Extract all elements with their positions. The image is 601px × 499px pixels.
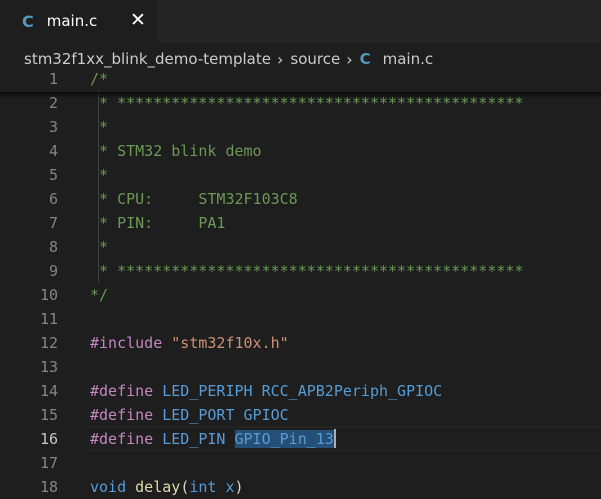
line-number: 11 [39, 310, 58, 328]
code-token: int [189, 478, 226, 496]
code-line[interactable]: 10 */ [0, 283, 601, 307]
code-line[interactable]: 13 [0, 355, 601, 379]
close-icon[interactable]: ✕ [130, 11, 146, 30]
line-number: 7 [48, 214, 58, 232]
code-editor[interactable]: 1/* 2 * *********************************… [0, 67, 601, 496]
line-number: 1 [48, 70, 58, 88]
line-number: 18 [39, 478, 58, 496]
code-text: * [90, 115, 108, 139]
code-token: * STM32 blink demo [90, 142, 262, 160]
line-number: 3 [48, 118, 58, 136]
code-line[interactable]: 11 [0, 307, 601, 331]
line-number: 8 [48, 238, 58, 256]
chevron-right-icon: › [346, 49, 353, 69]
code-token: */ [90, 286, 109, 304]
code-text: #include "stm32f10x.h" [90, 331, 289, 355]
line-number: 6 [48, 190, 58, 208]
code-line[interactable]: 8 * [0, 235, 601, 259]
tab-label: main.c [46, 12, 98, 30]
code-text: #define LED_PORT GPIOC [90, 403, 289, 427]
code-text: * [90, 163, 108, 187]
line-number: 4 [48, 142, 58, 160]
code-line[interactable]: 17 [0, 451, 601, 475]
code-token: * PIN: PA1 [90, 214, 226, 232]
code-token: LED_PERIPH [162, 382, 262, 400]
code-line[interactable]: 6 * CPU: STM32F103C8 [0, 187, 601, 211]
code-line[interactable]: 15 #define LED_PORT GPIOC [0, 403, 601, 427]
code-text: * PIN: PA1 [90, 211, 225, 235]
code-text: * CPU: STM32F103C8 [90, 187, 298, 211]
code-token: * [90, 118, 109, 136]
code-line[interactable]: 18 void delay(int x) [0, 475, 601, 499]
code-token: ) [234, 478, 244, 496]
code-text: * **************************************… [90, 259, 523, 283]
line-number: 5 [48, 166, 58, 184]
code-token: * [90, 166, 109, 184]
c-file-icon: C [359, 50, 371, 68]
code-token: #define [90, 406, 163, 424]
line-number: 16 [39, 430, 58, 448]
code-token: #define [90, 382, 163, 400]
code-token: LED_PIN [162, 430, 235, 448]
breadcrumb-subfolder[interactable]: source [290, 50, 340, 68]
code-token: LED_PORT [162, 406, 244, 424]
code-token: * [90, 238, 109, 256]
sticky-scroll-shadow [0, 92, 601, 98]
code-line[interactable]: 16 #define LED_PIN GPIO_Pin_13 [0, 427, 601, 451]
code-line[interactable]: 14 #define LED_PERIPH RCC_APB2Periph_GPIO… [0, 379, 601, 403]
tab-bar: C main.c ✕ [0, 0, 601, 42]
code-token: #define [90, 430, 163, 448]
code-token: void [90, 478, 136, 496]
code-text: * STM32 blink demo [90, 139, 262, 163]
line-number: 17 [39, 454, 58, 472]
tab-main-c[interactable]: C main.c ✕ [0, 0, 158, 42]
c-file-icon: C [22, 11, 34, 31]
code-token: "stm32f10x.h" [171, 334, 289, 352]
code-text: * [90, 235, 108, 259]
code-token: RCC_APB2Periph_GPIOC [261, 382, 443, 400]
line-number: 10 [39, 286, 58, 304]
code-text: */ [90, 283, 108, 307]
code-line[interactable]: 3 * [0, 115, 601, 139]
code-token: /* [90, 70, 109, 88]
chevron-right-icon: › [276, 49, 284, 69]
code-token: #include [90, 334, 172, 352]
line-number: 9 [48, 262, 58, 280]
code-token: * CPU: STM32F103C8 [90, 190, 298, 208]
breadcrumb-file[interactable]: main.c [383, 50, 434, 68]
code-token: delay [135, 478, 181, 496]
code-line[interactable]: 1 /* [0, 67, 601, 91]
line-number: 12 [39, 334, 58, 352]
code-line[interactable]: 7 * PIN: PA1 [0, 211, 601, 235]
selected-token: GPIO_Pin_13 [234, 430, 334, 448]
line-number: 15 [39, 406, 58, 424]
code-token: * **************************************… [90, 262, 524, 280]
code-token: ( [180, 478, 190, 496]
code-text: /* [90, 67, 108, 91]
code-line[interactable]: 4 * STM32 blink demo [0, 139, 601, 163]
code-token: x [225, 478, 235, 496]
code-text: void delay(int x) [90, 475, 244, 499]
line-number: 14 [39, 382, 58, 400]
code-line[interactable]: 5 * [0, 163, 601, 187]
code-line[interactable]: 9 * ************************************… [0, 259, 601, 283]
code-text: #define LED_PERIPH RCC_APB2Periph_GPIOC [90, 379, 442, 403]
code-line[interactable]: 12 #include "stm32f10x.h" [0, 331, 601, 355]
code-token: GPIOC [243, 406, 289, 424]
line-number: 13 [39, 358, 58, 376]
breadcrumb-folder[interactable]: stm32f1xx_blink_demo-template [24, 50, 271, 68]
code-text: #define LED_PIN GPIO_Pin_13 [90, 427, 336, 451]
text-cursor [333, 429, 336, 448]
